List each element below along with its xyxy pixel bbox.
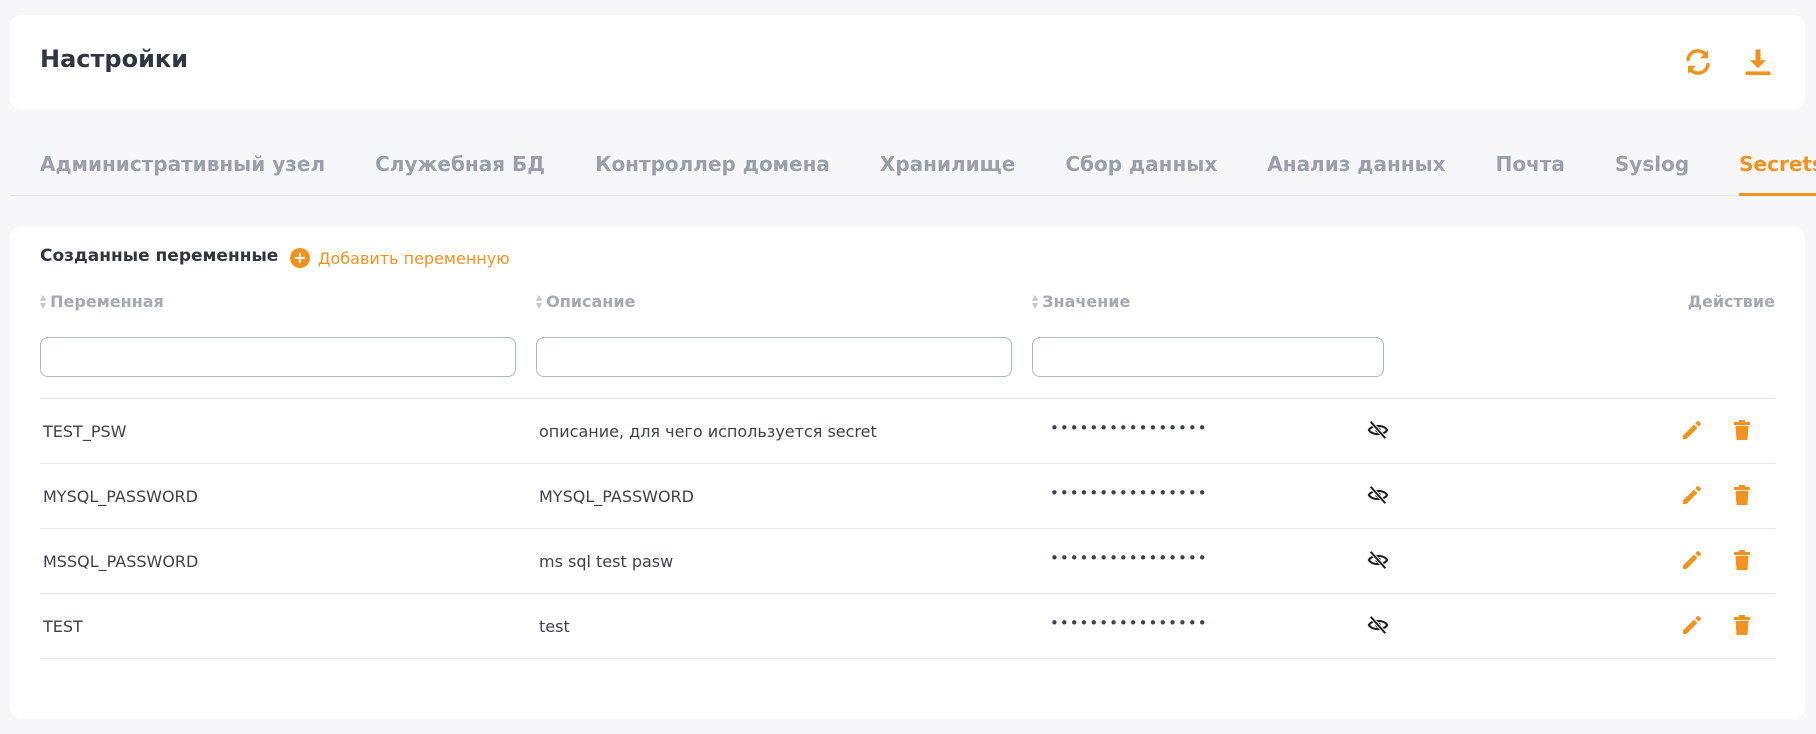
tab-storage[interactable]: Хранилище — [880, 130, 1015, 196]
secrets-table: TEST_PSW описание, для чего используется… — [40, 398, 1775, 659]
description-cell: описание, для чего используется secret — [539, 422, 877, 441]
trash-icon[interactable] — [1730, 548, 1754, 576]
filter-variable-input[interactable] — [40, 337, 516, 377]
column-label: Значение — [1042, 292, 1131, 311]
pencil-icon[interactable] — [1680, 483, 1704, 511]
description-cell: ms sql test pasw — [539, 552, 674, 571]
sort-icon: ▲ ▼ — [536, 292, 543, 310]
value-cell: •••••••••••••••• — [1050, 614, 1208, 632]
trash-icon[interactable] — [1730, 483, 1754, 511]
eye-off-icon[interactable] — [1367, 419, 1389, 445]
add-variable-label: Добавить переменную — [318, 248, 510, 268]
variable-cell: MSSQL_PASSWORD — [43, 552, 199, 571]
pencil-icon[interactable] — [1680, 613, 1704, 641]
download-icon — [1745, 49, 1771, 76]
value-cell: •••••••••••••••• — [1050, 549, 1208, 567]
pencil-icon[interactable] — [1680, 548, 1704, 576]
tab-data-analysis[interactable]: Анализ данных — [1267, 130, 1445, 196]
variable-cell: TEST_PSW — [43, 422, 127, 441]
variable-cell: MYSQL_PASSWORD — [43, 487, 198, 506]
trash-icon[interactable] — [1730, 418, 1754, 446]
table-row: TEST test •••••••••••••••• — [40, 594, 1775, 659]
column-header-value[interactable]: ▲ ▼ Значение — [1032, 292, 1130, 311]
tab-secrets[interactable]: Secrets — [1739, 130, 1816, 196]
tab-mail[interactable]: Почта — [1496, 130, 1565, 196]
header-card: Настройки — [10, 15, 1805, 110]
refresh-icon — [1686, 49, 1710, 75]
settings-tabs: Административный узел Служебная БД Контр… — [10, 130, 1816, 196]
tab-service-db[interactable]: Служебная БД — [375, 130, 545, 196]
header-actions — [1681, 45, 1775, 79]
secrets-card: Созданные переменные + Добавить переменн… — [10, 226, 1805, 719]
add-variable-button[interactable]: + Добавить переменную — [290, 248, 510, 268]
table-row: MSSQL_PASSWORD ms sql test pasw ••••••••… — [40, 529, 1775, 594]
description-cell: test — [539, 617, 570, 636]
refresh-button[interactable] — [1681, 45, 1715, 79]
table-row: MYSQL_PASSWORD MYSQL_PASSWORD ••••••••••… — [40, 464, 1775, 529]
column-label: Переменная — [50, 292, 164, 311]
column-header-description[interactable]: ▲ ▼ Описание — [536, 292, 635, 311]
filter-description-input[interactable] — [536, 337, 1012, 377]
tab-admin-node[interactable]: Административный узел — [40, 130, 325, 196]
add-circle-icon: + — [290, 248, 310, 268]
variable-cell: TEST — [43, 617, 83, 636]
sort-icon: ▲ ▼ — [40, 292, 47, 310]
value-cell: •••••••••••••••• — [1050, 484, 1208, 502]
page-title: Настройки — [40, 45, 189, 73]
section-title: Созданные переменные — [40, 246, 279, 266]
sort-icon: ▲ ▼ — [1032, 292, 1039, 310]
filter-value-input[interactable] — [1032, 337, 1384, 377]
eye-off-icon[interactable] — [1367, 484, 1389, 510]
trash-icon[interactable] — [1730, 613, 1754, 641]
column-header-variable[interactable]: ▲ ▼ Переменная — [40, 292, 164, 311]
table-row: TEST_PSW описание, для чего используется… — [40, 399, 1775, 464]
column-header-action: Действие — [1687, 292, 1775, 311]
eye-off-icon[interactable] — [1367, 614, 1389, 640]
pencil-icon[interactable] — [1680, 418, 1704, 446]
tab-syslog[interactable]: Syslog — [1615, 130, 1689, 196]
download-button[interactable] — [1741, 45, 1775, 79]
description-cell: MYSQL_PASSWORD — [539, 487, 694, 506]
value-cell: •••••••••••••••• — [1050, 419, 1208, 437]
column-label: Описание — [546, 292, 636, 311]
tab-domain-controller[interactable]: Контроллер домена — [595, 130, 830, 196]
eye-off-icon[interactable] — [1367, 549, 1389, 575]
tab-data-collection[interactable]: Сбор данных — [1065, 130, 1217, 196]
